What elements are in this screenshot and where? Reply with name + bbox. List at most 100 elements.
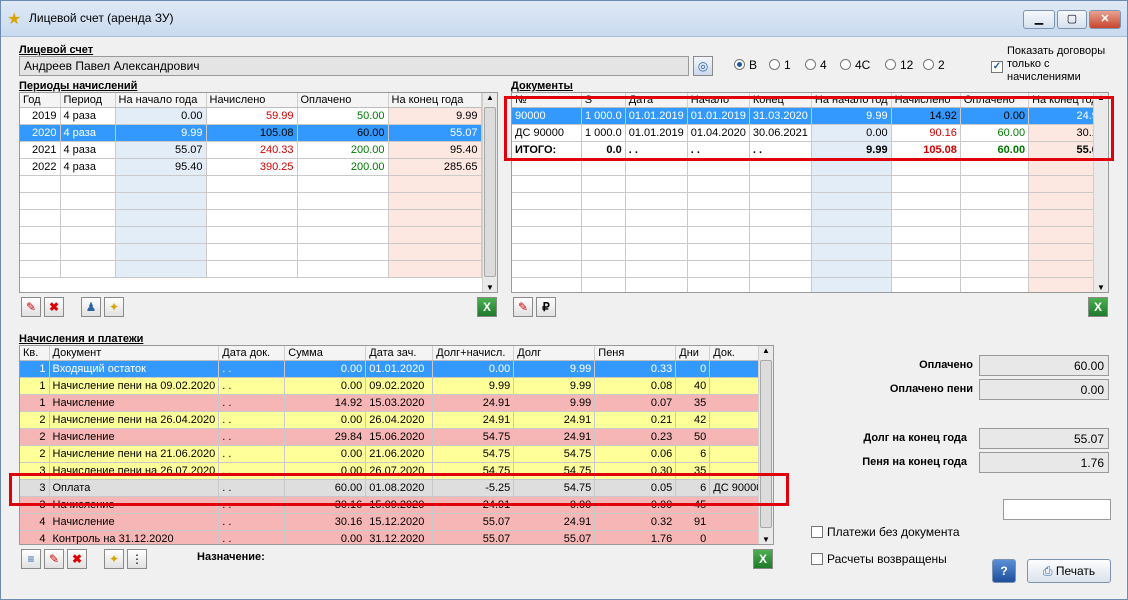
period-empty-row (20, 175, 482, 193)
payment-cell: . . (218, 513, 286, 531)
period-cell: 55.07 (115, 141, 207, 159)
payment-cell: . . (218, 377, 286, 395)
periods-scrollbar[interactable]: ▲ ▼ (482, 93, 497, 292)
payment-cell: 2 (20, 428, 50, 446)
payment-row[interactable]: 2 Начисление. . 29.84 15.06.2020 54.75 24.91 0… (20, 428, 768, 446)
period-row[interactable]: 2021 4 раза 55.07 240.33 200.00 95.40 (20, 141, 482, 159)
refunded-label: Расчеты возвращены (827, 552, 947, 566)
mode-label: 1 (784, 58, 791, 72)
paid-label: Оплачено (919, 359, 973, 371)
print-button[interactable]: ⎙ Печать (1027, 559, 1111, 583)
payments-scrollbar[interactable]: ▲ ▼ (758, 346, 773, 544)
payment-header-0[interactable]: Кв. (20, 346, 50, 361)
payment-cell: Начисление (49, 428, 220, 446)
payment-header-6[interactable]: Долг (513, 346, 596, 361)
minimize-button[interactable]: ▁ (1023, 10, 1055, 29)
delete-payment-button[interactable]: ✖ (67, 549, 87, 569)
payment-row[interactable]: 4 Начисление. . 30.16 15.12.2020 55.07 24.91 0… (20, 513, 768, 531)
radio-dot[interactable] (840, 59, 851, 70)
payment-row[interactable]: 2 Начисление пени на 21.06.2020. . 0.00 21.… (20, 445, 768, 463)
periods-grid[interactable]: Год Период На начало года Начислено Оплачено… (19, 92, 498, 293)
mode-radio-5[interactable]: 2 (923, 58, 945, 72)
payment-cell: 6 (675, 445, 711, 463)
radio-dot[interactable] (734, 59, 745, 70)
account-lookup-button[interactable]: ◎ (693, 56, 713, 76)
delete-period-button[interactable]: ✖ (44, 297, 64, 317)
edit-period-button[interactable]: ✎ (21, 297, 41, 317)
payment-header-1[interactable]: Документ (49, 346, 220, 361)
refunded-option[interactable]: Расчеты возвращены (811, 552, 947, 566)
radio-dot[interactable] (769, 59, 780, 70)
mode-label: В (749, 58, 758, 72)
documents-excel-button[interactable]: X (1088, 297, 1108, 317)
radio-dot[interactable] (805, 59, 816, 70)
payment-header-5[interactable]: Долг+начисл. (432, 346, 515, 361)
new-payment-button[interactable]: ✦ (104, 549, 124, 569)
list-view-button[interactable]: ≡ (21, 549, 41, 569)
period-row[interactable]: 2020 4 раза 9.99 105.08 60.00 55.07 (20, 124, 482, 142)
new-period-button[interactable]: ✦ (104, 297, 124, 317)
period-header-0[interactable]: Год (20, 93, 61, 108)
period-header-1[interactable]: Период (60, 93, 116, 108)
payment-header-3[interactable]: Сумма (284, 346, 367, 361)
payment-cell: 55.07 (432, 530, 515, 544)
period-cell: 2021 (20, 141, 61, 159)
payment-header-4[interactable]: Дата зач. (365, 346, 434, 361)
payment-row[interactable]: 1 Входящий остаток. . 0.00 01.01.2020 0.00 9.… (20, 360, 768, 378)
period-row[interactable]: 2019 4 раза 0.00 59.99 50.00 9.99 (20, 107, 482, 125)
payment-header-8[interactable]: Дни (675, 346, 711, 361)
no-doc-checkbox[interactable] (811, 526, 823, 538)
more-options-button[interactable]: ⋮ (127, 549, 147, 569)
edit-document-button[interactable]: ✎ (513, 297, 533, 317)
payment-row[interactable]: 2 Начисление пени на 26.04.2020. . 0.00 26.… (20, 411, 768, 429)
mode-radio-2[interactable]: 4 (805, 58, 827, 72)
account-field[interactable]: Андреев Павел Александрович (19, 56, 689, 76)
no-doc-option[interactable]: Платежи без документа (811, 525, 960, 539)
calculate-button[interactable]: ♟ (81, 297, 101, 317)
extra-input[interactable] (1003, 499, 1111, 520)
maximize-button[interactable]: ▢ (1057, 10, 1087, 29)
penalty-label: Пеня на конец года (862, 456, 967, 468)
close-button[interactable]: ✕ (1089, 10, 1121, 29)
excel-icon: X (482, 300, 491, 314)
payment-cell: 54.75 (432, 428, 515, 446)
mode-radio-3[interactable]: 4С (840, 58, 870, 72)
period-header-3[interactable]: Начислено (206, 93, 298, 108)
mode-radio-0[interactable]: В (734, 58, 757, 72)
mode-radio-1[interactable]: 1 (769, 58, 791, 72)
payment-row[interactable]: 1 Начисление пени на 09.02.2020. . 0.00 09.… (20, 377, 768, 395)
payment-cell: Входящий остаток (49, 360, 220, 378)
period-header-2[interactable]: На начало года (115, 93, 207, 108)
periods-excel-button[interactable]: X (477, 297, 497, 317)
payment-header-2[interactable]: Дата док. (218, 346, 286, 361)
radio-dot[interactable] (923, 59, 934, 70)
show-contracts-option[interactable]: ✓ Показать договоры только с начислениям… (991, 45, 1105, 84)
payment-row[interactable]: 4 Контроль на 31.12.2020. . 0.00 31.12.2020… (20, 530, 768, 544)
help-button[interactable]: ? (992, 559, 1016, 583)
payment-row[interactable]: 1 Начисление. . 14.92 15.03.2020 24.91 9.99 0.… (20, 394, 768, 412)
payment-cell: 0.00 (284, 360, 367, 378)
payment-header-7[interactable]: Пеня (594, 346, 677, 361)
document-empty-row (512, 192, 1108, 210)
edit-payment-button[interactable]: ✎ (44, 549, 64, 569)
period-row[interactable]: 2022 4 раза 95.40 390.25 200.00 285.65 (20, 158, 482, 176)
ruble-button[interactable]: ₽ (536, 297, 556, 317)
payments-excel-button[interactable]: X (753, 549, 773, 569)
payment-cell: 9.99 (513, 394, 596, 412)
period-header-5[interactable]: На конец года (388, 93, 482, 108)
payment-cell: 0.00 (284, 377, 367, 395)
period-header-4[interactable]: Оплачено (297, 93, 389, 108)
paid-penalty-field: 0.00 (979, 379, 1109, 400)
paid-field: 60.00 (979, 355, 1109, 376)
radio-dot[interactable] (885, 59, 896, 70)
payment-cell: 1 (20, 360, 50, 378)
refunded-checkbox[interactable] (811, 553, 823, 565)
period-cell: 9.99 (115, 124, 207, 142)
payment-cell: 09.02.2020 (365, 377, 434, 395)
period-cell: 2019 (20, 107, 61, 125)
pencil-icon: ✎ (48, 552, 60, 566)
document-empty-row (512, 243, 1108, 261)
payments-grid[interactable]: Кв. Документ Дата док. Сумма Дата зач. Долг+н… (19, 345, 774, 545)
show-contracts-checkbox[interactable]: ✓ (991, 61, 1003, 73)
mode-radio-4[interactable]: 12 (885, 58, 913, 72)
